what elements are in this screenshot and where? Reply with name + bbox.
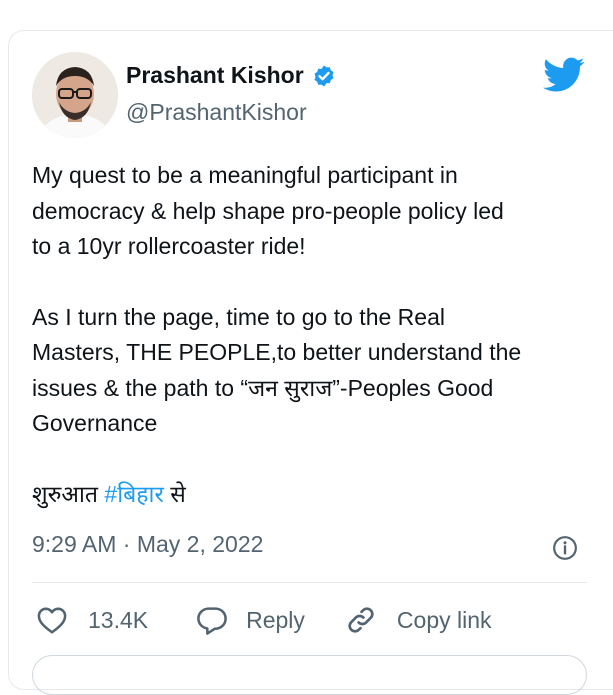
hashtag-link[interactable]: #बिहार	[104, 481, 163, 507]
info-icon[interactable]	[552, 535, 578, 561]
read-replies-button[interactable]	[32, 655, 587, 695]
tweet-timestamp[interactable]: 9:29 AM · May 2, 2022	[32, 531, 263, 558]
tweet-line: My quest to be a meaningful participant …	[32, 162, 458, 188]
verified-badge-icon	[314, 65, 334, 86]
tweet-line: Governance	[32, 410, 158, 436]
avatar[interactable]	[32, 52, 118, 138]
copy-link-label: Copy link	[396, 606, 492, 633]
tweet-line: issues & the path to “जन सुराज”-Peoples …	[32, 374, 494, 401]
tweet-line: democracy & help shape pro-people policy…	[32, 197, 504, 224]
reply-button[interactable]: Reply	[196, 605, 345, 635]
reply-label: Reply	[246, 606, 305, 633]
divider	[32, 582, 587, 583]
tweet-line: to a 10yr rollercoaster ride!	[32, 233, 306, 259]
copy-link-button[interactable]: Copy link	[345, 604, 492, 636]
reply-icon	[197, 607, 227, 635]
action-bar: 13.4K Reply Copy link	[36, 600, 492, 640]
author-name[interactable]: Prashant Kishor	[126, 62, 336, 89]
tweet-line: Masters, THE PEOPLE,to better understand…	[32, 339, 522, 365]
link-icon	[348, 607, 374, 633]
like-button[interactable]: 13.4K	[36, 605, 196, 635]
heart-icon	[37, 607, 67, 634]
tweet-line: As I turn the page, time to go to the Re…	[32, 303, 445, 330]
author-handle[interactable]: @PrashantKishor	[126, 99, 307, 126]
closing-prefix: शुरुआत	[32, 480, 105, 507]
avatar-image	[32, 52, 118, 138]
twitter-logo-icon[interactable]	[543, 57, 585, 93]
author-name-text: Prashant Kishor	[126, 62, 304, 88]
closing-suffix: से	[163, 480, 186, 507]
tweet-closing-line: शुरुआत #बिहार से	[32, 477, 592, 513]
like-count: 13.4K	[88, 606, 149, 633]
tweet-text: My quest to be a meaningful participant …	[32, 158, 592, 512]
